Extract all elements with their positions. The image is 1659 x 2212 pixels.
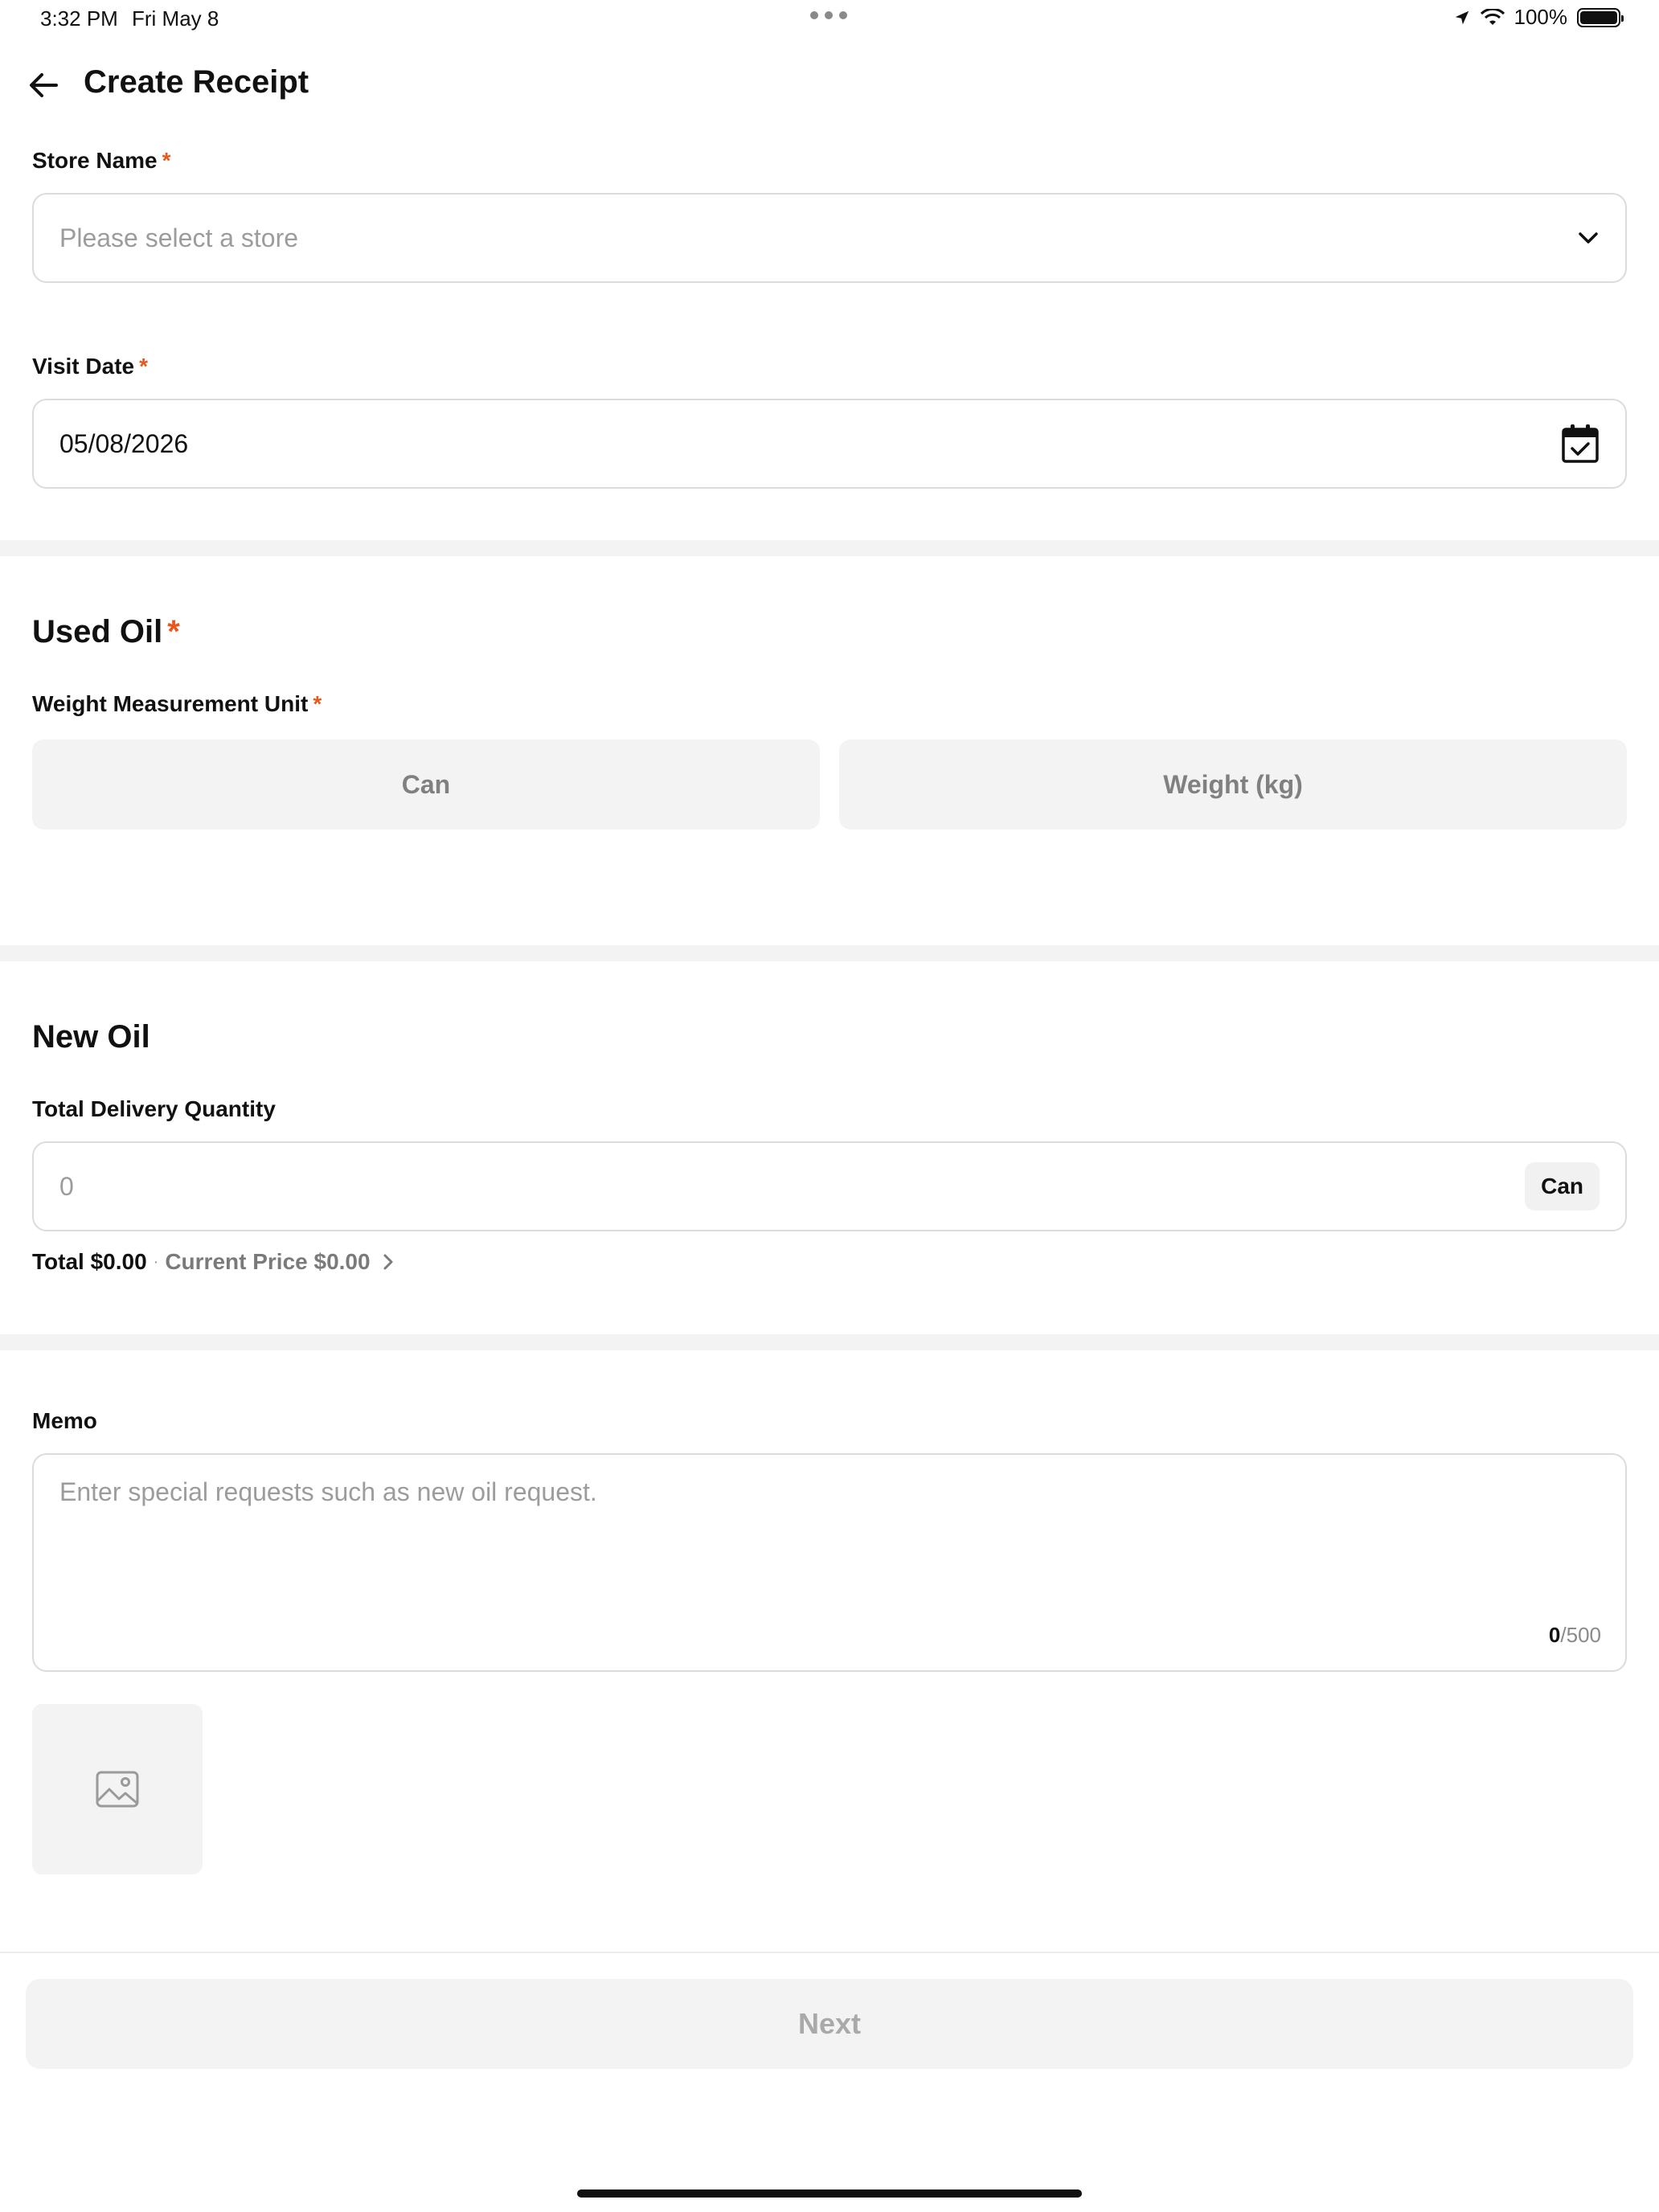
add-photo-button[interactable]	[32, 1704, 203, 1874]
status-indicators: 100%	[1453, 5, 1624, 30]
store-name-label-text: Store Name	[32, 148, 158, 173]
chevron-right-icon	[383, 1254, 393, 1270]
image-icon	[96, 1771, 139, 1808]
calendar-check-icon[interactable]	[1561, 423, 1600, 465]
page-title: Create Receipt	[84, 64, 309, 100]
visit-date-label-text: Visit Date	[32, 354, 135, 379]
total-amount: Total $0.00	[32, 1249, 147, 1274]
arrow-left-icon	[30, 73, 58, 97]
store-select-placeholder: Please select a store	[59, 223, 299, 252]
separator: ·	[153, 1252, 159, 1271]
battery-percent: 100%	[1514, 5, 1568, 29]
next-button[interactable]: Next	[26, 1979, 1633, 2069]
visit-date-field[interactable]: 05/08/2026	[32, 399, 1627, 489]
battery-icon	[1577, 7, 1624, 27]
used-oil-title-text: Used Oil	[32, 614, 163, 649]
weight-unit-label-text: Weight Measurement Unit	[32, 691, 309, 716]
memo-char-count: 0	[1548, 1623, 1561, 1647]
required-mark: *	[313, 691, 322, 716]
unit-option-can[interactable]: Can	[32, 739, 820, 830]
memo-placeholder: Enter special requests such as new oil r…	[59, 1477, 597, 1506]
unit-option-weight-kg[interactable]: Weight (kg)	[839, 739, 1627, 830]
quantity-unit-badge: Can	[1525, 1162, 1600, 1210]
required-mark: *	[139, 354, 148, 379]
chevron-down-icon	[1579, 232, 1598, 244]
section-divider	[0, 945, 1659, 961]
current-price: Current Price $0.00	[165, 1249, 371, 1274]
required-mark: *	[167, 614, 180, 649]
location-arrow-icon	[1455, 10, 1469, 24]
required-mark: *	[162, 148, 171, 173]
home-indicator[interactable]	[577, 2189, 1082, 2198]
delivery-quantity-placeholder: 0	[59, 1171, 74, 1201]
visit-date-label: Visit Date *	[32, 354, 148, 379]
used-oil-title: Used Oil *	[32, 614, 180, 650]
section-divider	[0, 540, 1659, 556]
new-oil-title: New Oil	[32, 1019, 150, 1055]
memo-char-max: /500	[1560, 1623, 1601, 1647]
memo-textarea[interactable]: Enter special requests such as new oil r…	[32, 1453, 1627, 1672]
back-button[interactable]	[27, 68, 66, 103]
delivery-quantity-input[interactable]: 0 Can	[32, 1141, 1627, 1231]
visit-date-value: 05/08/2026	[59, 428, 189, 458]
memo-char-counter: 0/500	[1549, 1623, 1601, 1648]
weight-unit-label: Weight Measurement Unit *	[32, 691, 322, 717]
status-date: Fri May 8	[132, 6, 219, 31]
delivery-quantity-label: Total Delivery Quantity	[32, 1096, 276, 1121]
section-divider	[0, 1334, 1659, 1350]
footer-divider	[0, 1952, 1659, 1953]
multitasking-dots-icon[interactable]	[810, 11, 847, 19]
price-summary[interactable]: Total $0.00 · Current Price $0.00	[32, 1249, 398, 1275]
wifi-icon	[1480, 8, 1505, 25]
store-name-label: Store Name *	[32, 148, 171, 174]
status-time: 3:32 PM	[40, 6, 118, 31]
memo-label: Memo	[32, 1408, 97, 1433]
store-select[interactable]: Please select a store	[32, 193, 1627, 283]
